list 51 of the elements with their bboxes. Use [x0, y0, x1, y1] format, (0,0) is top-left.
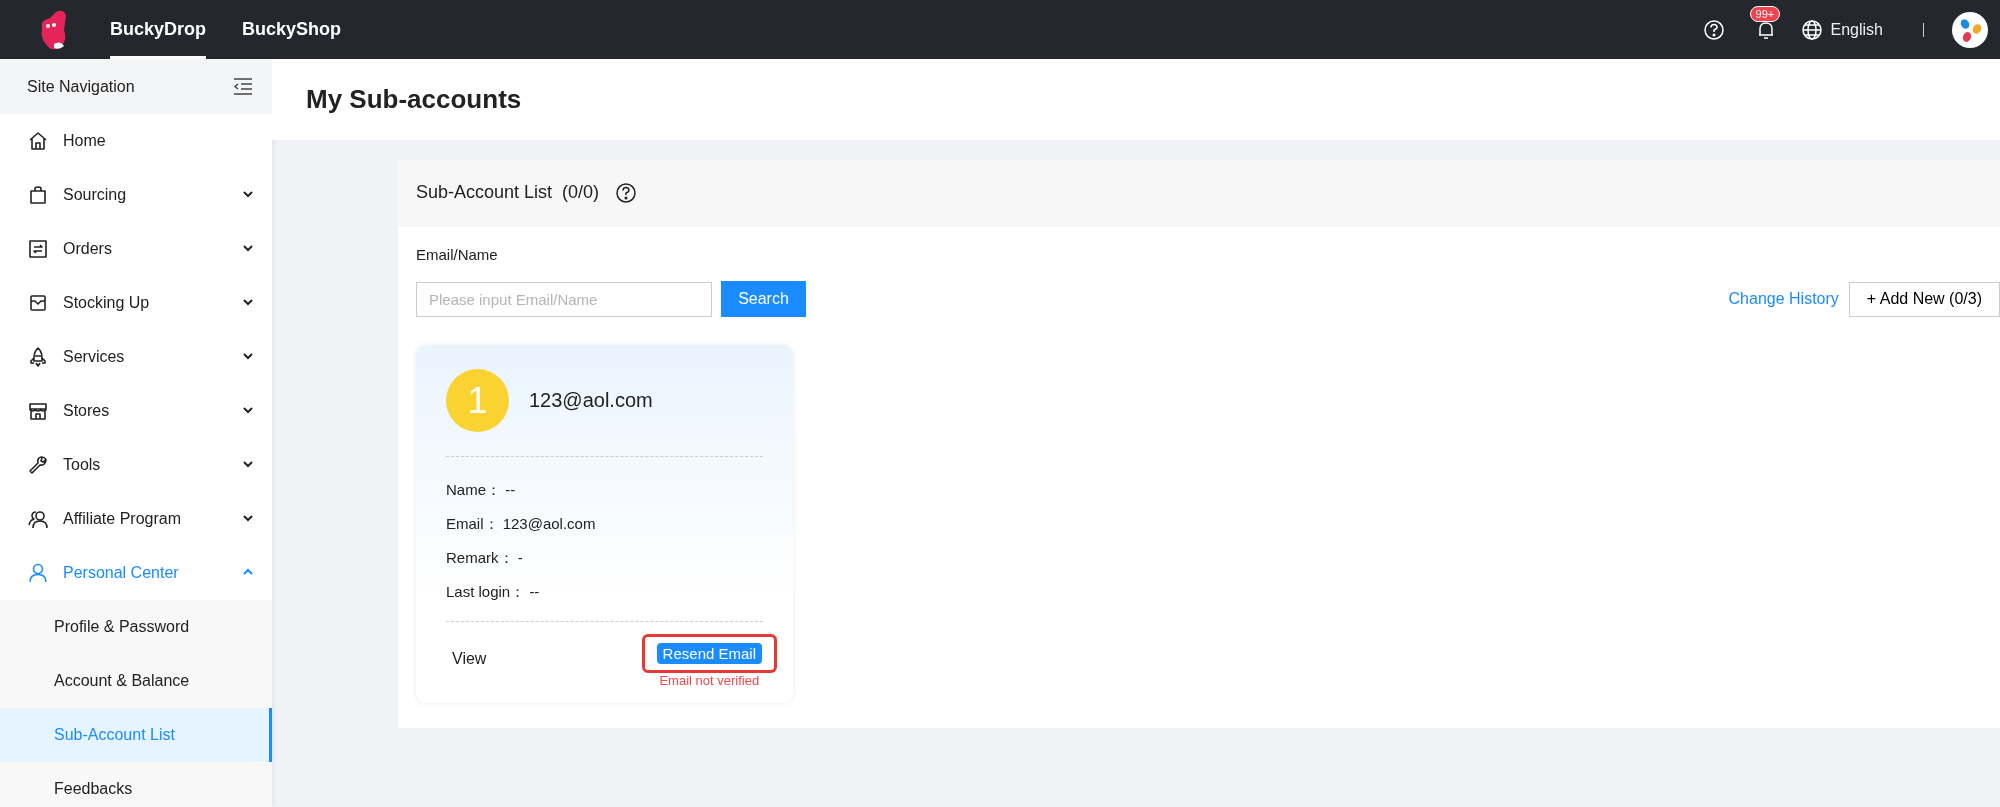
- language-selector[interactable]: English: [1830, 20, 1883, 39]
- chevron-down-icon: [242, 404, 254, 416]
- chevron-down-icon: [242, 188, 254, 200]
- page-title: My Sub-accounts: [306, 84, 522, 115]
- sidebar-item[interactable]: Stocking Up: [0, 276, 272, 330]
- inbox-icon: [27, 292, 49, 314]
- chevron-down-icon: [242, 512, 254, 524]
- chevron-down-icon: [242, 296, 254, 308]
- globe-icon[interactable]: [1800, 18, 1823, 41]
- people-icon: [27, 508, 49, 530]
- sidebar-item[interactable]: Personal Center: [0, 546, 272, 600]
- filter-label: Email/Name: [416, 246, 498, 263]
- swap-icon: [27, 238, 49, 260]
- sidebar-item[interactable]: Home: [0, 114, 272, 168]
- sidebar-item[interactable]: Affiliate Program: [0, 492, 272, 546]
- user-avatar[interactable]: [1952, 11, 1988, 48]
- chevron-down-icon: [242, 350, 254, 362]
- add-new-button[interactable]: + Add New (0/3): [1848, 281, 2000, 317]
- account-number-avatar: 1: [446, 369, 509, 432]
- collapse-menu-icon[interactable]: [232, 75, 254, 98]
- wrench-icon: [27, 454, 49, 476]
- sidebar-item[interactable]: Tools: [0, 438, 272, 492]
- account-detail: Name： --: [446, 481, 516, 498]
- change-history-link[interactable]: Change History: [1728, 290, 1839, 308]
- rocket-icon: [27, 346, 49, 368]
- account-detail: Remark： -: [446, 549, 523, 566]
- sidebar-item[interactable]: Services: [0, 330, 272, 384]
- help-icon[interactable]: [1702, 18, 1725, 41]
- account-detail: Email： 123@aol.com: [446, 515, 596, 532]
- search-field[interactable]: Please input Email/Name: [416, 281, 712, 317]
- warning-text: Email not verified: [659, 673, 760, 688]
- sidebar-item[interactable]: Sourcing: [0, 168, 272, 222]
- chevron-down-icon: [242, 242, 254, 254]
- help-icon[interactable]: [615, 181, 638, 204]
- sidebar-item[interactable]: Orders: [0, 222, 272, 276]
- nav-tab[interactable]: BuckyShop: [242, 0, 342, 59]
- person-icon: [27, 562, 49, 584]
- sidebar-subitem[interactable]: Account & Balance: [0, 654, 272, 708]
- view-link[interactable]: View: [452, 650, 487, 668]
- panel-title: Sub-Account List (0/0): [416, 182, 600, 203]
- sidebar-title: Site Navigation: [27, 77, 135, 96]
- store-icon: [27, 400, 49, 422]
- sidebar-item[interactable]: Stores: [0, 384, 272, 438]
- chevron-down-icon: [242, 458, 254, 470]
- sidebar-subitem[interactable]: Profile & Password: [0, 600, 272, 654]
- account-email: 123@aol.com: [529, 389, 653, 412]
- home-icon: [27, 130, 49, 152]
- bag-icon: [27, 184, 49, 206]
- notification-badge: 99+: [1749, 5, 1781, 22]
- sidebar-subitem[interactable]: Feedbacks: [0, 762, 272, 807]
- account-detail: Last login： --: [446, 583, 540, 600]
